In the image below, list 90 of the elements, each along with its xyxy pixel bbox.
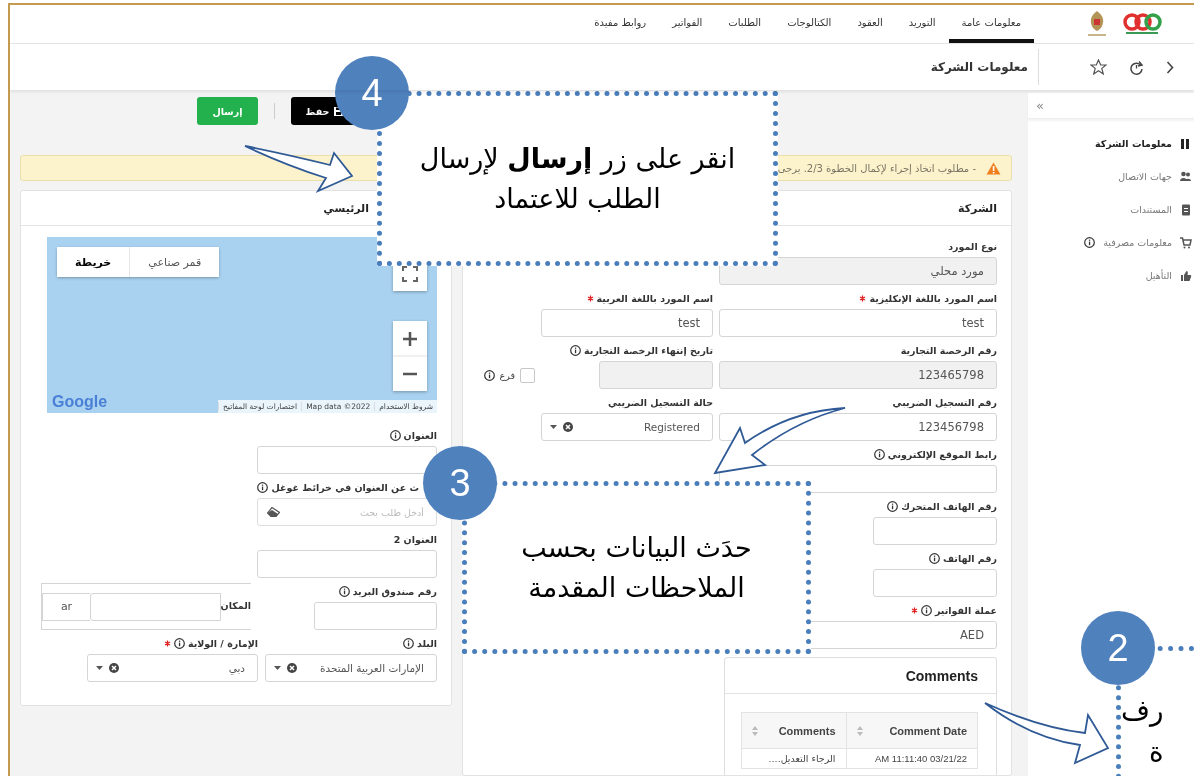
field-label: تاريخ إنتهاء الرخصة التجارية [584, 344, 713, 356]
field-label: حالة التسجيل الضريبي [607, 396, 713, 408]
map-type-tab[interactable]: خريطة [57, 247, 131, 277]
minus-icon [402, 372, 418, 376]
field-label: المكان [220, 599, 251, 611]
sidebar-label: معلومات مصرفية [1103, 237, 1172, 248]
field-label: العنوان 2 [393, 533, 437, 545]
sidebar-item[interactable]: جهات الاتصال [1028, 160, 1194, 193]
checkbox-label: فرع [499, 369, 515, 381]
column-header[interactable]: Comment Date [846, 712, 978, 749]
sidebar-item[interactable]: المستندات [1028, 193, 1194, 226]
field-label: الإمارة / الولاية [187, 637, 258, 649]
select-field[interactable]: الإمارات العربية المتحدة [265, 654, 437, 682]
sidebar-item[interactable]: معلومات مصرفية [1028, 226, 1194, 259]
clear-icon[interactable] [563, 422, 573, 432]
field-label: رقم الهاتف المتحرك [901, 500, 997, 512]
card-title: Comments [905, 667, 978, 684]
field-label: رقم صندوق البريد [352, 585, 437, 597]
collapse-toggle[interactable]: » [1036, 98, 1044, 113]
panel-title: الرئيسي [323, 201, 369, 215]
sidebar-label: جهات الاتصال [1118, 171, 1172, 182]
sidebar-item[interactable]: التأهيل [1028, 259, 1194, 292]
zoom-out-button[interactable] [393, 356, 427, 391]
text-field[interactable]: test [541, 309, 713, 337]
nav-tab[interactable]: الطلبات [715, 5, 775, 43]
callout-text: رف ة [1121, 693, 1164, 770]
emblem-icon [1086, 10, 1108, 38]
column-header[interactable]: Comments [741, 712, 846, 749]
clear-icon[interactable] [287, 663, 297, 673]
field-label: اسم المورد باللغة العربية [596, 292, 713, 304]
thumbs-up-icon [1180, 269, 1192, 282]
field-label: عملة الفواتير [934, 604, 997, 616]
callout-text: انقر على زر إرسال لإرسال الطلب للاعتماد [419, 142, 736, 216]
nav-tab[interactable]: الكتالوجات [774, 5, 845, 43]
nav-tab[interactable]: التوريد [895, 5, 949, 43]
plus-icon [402, 330, 418, 347]
table-cell: الرجاء التعديل.... [741, 748, 846, 769]
caret-icon[interactable] [274, 666, 281, 670]
alert-message: - مطلوب اتخاذ إجراء لإكمال الخطوة 2/3. يرجى [777, 162, 976, 174]
text-field[interactable] [873, 569, 997, 597]
text-field[interactable] [257, 446, 437, 474]
text-field[interactable] [257, 550, 437, 578]
column-label: Comments [778, 724, 836, 737]
eraser-icon[interactable] [267, 507, 280, 517]
chevron-right-icon[interactable] [1166, 60, 1174, 74]
warning-icon [986, 161, 1001, 175]
clear-icon[interactable] [109, 663, 119, 673]
zoom-in-button[interactable] [393, 321, 427, 356]
panel-title: الشركة [958, 201, 997, 215]
addon-label: ar [42, 592, 90, 621]
caret-icon[interactable] [550, 425, 557, 429]
table-cell: AM 11:11:40 03/21/22 [846, 748, 978, 769]
fullscreen-icon [402, 266, 418, 282]
map-logo: Google [52, 393, 108, 411]
nav-tab[interactable]: روابط مفيدة [581, 5, 660, 43]
text-field[interactable] [873, 517, 997, 545]
field-label: رقم التسجيل الضريبي [892, 396, 997, 408]
field-label: العنوان [403, 429, 437, 441]
field-label: ث عن العنوان في خرائط غوغل [271, 481, 419, 493]
field-label: رقم الرخصة التجارية [900, 344, 997, 356]
field-label: اسم المورد باللغة الإنكليزية [869, 292, 997, 304]
star-icon[interactable] [1090, 59, 1107, 75]
people-icon [1180, 170, 1192, 183]
callout-text: حدَث البيانات بحسب الملاحظات المقدمة [521, 531, 752, 605]
search-field[interactable]: أدخل طلب بحث [257, 498, 437, 526]
sidebar-item[interactable]: معلومات الشركة [1028, 127, 1194, 160]
column-label: Comment Date [889, 724, 967, 737]
field-label: رقم الهاتف [943, 552, 997, 564]
nav-tab[interactable]: معلومات عامة [948, 5, 1034, 43]
sidebar-label: معلومات الشركة [1094, 138, 1172, 149]
nav-tab[interactable]: العقود [844, 5, 896, 43]
logo-icon [1122, 11, 1162, 37]
map-type-tab[interactable]: قمر صناعي [130, 247, 220, 277]
caret-icon[interactable] [96, 666, 103, 670]
step-badge-tooltip: 4 [335, 56, 409, 130]
nav-tab[interactable]: الفواتير [659, 5, 716, 43]
text-field[interactable]: test [719, 309, 997, 337]
sidebar-label: المستندات [1130, 204, 1172, 215]
field-label: البلد [416, 637, 437, 649]
field-label: رابط الموقع الإلكتروني [887, 448, 997, 460]
select-field[interactable]: دبي [87, 654, 258, 682]
text-field[interactable] [314, 602, 437, 630]
text-field[interactable] [90, 592, 221, 621]
field-label: نوع المورد [948, 240, 997, 252]
select-field[interactable]: Registered [541, 413, 713, 441]
sidebar-label: التأهيل [1145, 270, 1172, 281]
cart-icon [1180, 236, 1192, 249]
checkbox[interactable] [520, 367, 535, 383]
refresh-icon[interactable] [1129, 59, 1144, 75]
page-title: معلومات الشركة [930, 60, 1029, 74]
